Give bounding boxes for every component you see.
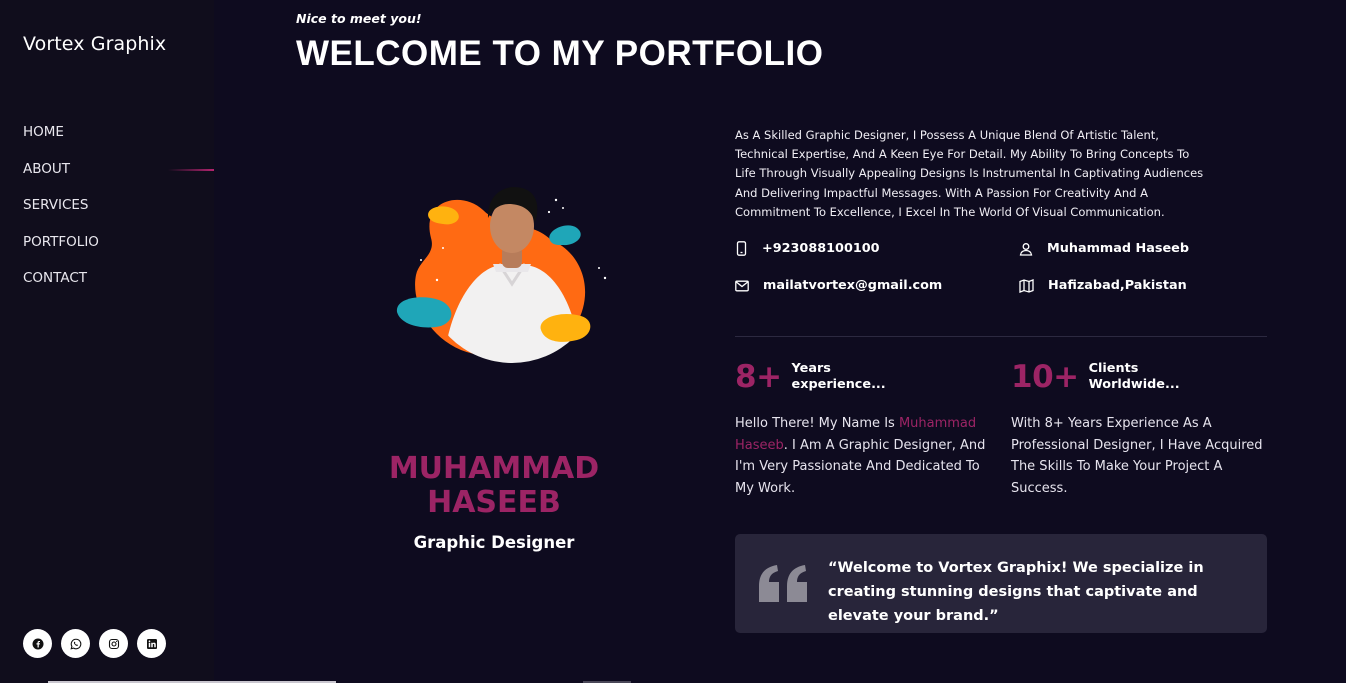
quote-text: “Welcome to Vortex Graphix! We specializ… — [828, 560, 1204, 624]
greeting-text: Nice to meet you! — [296, 11, 422, 26]
location-text: Hafizabad,Pakistan — [1048, 278, 1187, 293]
user-icon — [1019, 242, 1033, 256]
stat-clients-label: Clients Worldwide... — [1089, 361, 1180, 393]
nav-item-portfolio[interactable]: PORTFOLIO — [23, 234, 99, 271]
profile-role: Graphic Designer — [413, 533, 575, 552]
page-title: WELCOME TO MY PORTFOLIO — [296, 34, 824, 73]
profile-portrait-image — [396, 187, 607, 363]
instagram-icon — [108, 638, 119, 649]
quote-card: “Welcome to Vortex Graphix! We specializ… — [735, 534, 1267, 633]
stat-years: 8+ Years experience... — [735, 359, 886, 395]
stat-clients: 10+ Clients Worldwide... — [1011, 359, 1180, 395]
stat-years-number: 8+ — [735, 359, 782, 395]
nav-item-services[interactable]: SERVICES — [23, 197, 99, 234]
main-content: Nice to meet you! WELCOME TO MY PORTFOLI… — [214, 0, 1346, 683]
instagram-link[interactable] — [99, 629, 128, 658]
intro-paragraph: Hello There! My Name Is Muhammad Haseeb.… — [735, 413, 993, 499]
contact-name: Muhammad Haseeb — [1019, 241, 1189, 256]
map-icon — [1019, 278, 1034, 293]
phone-icon — [736, 241, 747, 256]
whatsapp-link[interactable] — [61, 629, 90, 658]
nav-item-about[interactable]: ABOUT — [23, 161, 99, 198]
quote-icon — [759, 565, 807, 602]
nav-item-home[interactable]: HOME — [23, 124, 99, 161]
profile-name: MUHAMMAD HASEEB — [388, 451, 600, 520]
linkedin-link[interactable] — [137, 629, 166, 658]
phone-number[interactable]: +923088100100 — [762, 241, 880, 256]
whatsapp-icon — [69, 638, 81, 650]
facebook-icon — [32, 638, 43, 649]
nav-item-contact[interactable]: CONTACT — [23, 270, 99, 307]
intro-before: Hello There! My Name Is — [735, 416, 899, 431]
nav-active-indicator — [168, 169, 214, 171]
email-address[interactable]: mailatvortex@gmail.com — [763, 278, 942, 293]
contact-email: mailatvortex@gmail.com — [735, 278, 942, 293]
owner-name: Muhammad Haseeb — [1047, 241, 1189, 256]
stat-clients-label-line1: Clients — [1088, 361, 1139, 376]
linkedin-icon — [146, 638, 157, 649]
facebook-link[interactable] — [23, 629, 52, 658]
stat-clients-number: 10+ — [1011, 359, 1079, 395]
mail-icon — [735, 280, 749, 291]
stat-years-label-line1: Years — [791, 361, 831, 376]
experience-paragraph: With 8+ Years Experience As A Profession… — [1011, 416, 1263, 496]
contact-location: Hafizabad,Pakistan — [1019, 278, 1187, 293]
stat-years-label: Years experience... — [792, 361, 886, 393]
brand-logo-text[interactable]: Vortex Graphix — [23, 33, 166, 55]
section-divider — [735, 336, 1267, 337]
stat-years-label-line2: experience... — [791, 377, 886, 392]
main-nav: HOME ABOUT SERVICES PORTFOLIO CONTACT — [23, 124, 99, 307]
sidebar: Vortex Graphix HOME ABOUT SERVICES PORTF… — [0, 0, 214, 683]
bio-text: As A Skilled Graphic Designer, I Possess… — [735, 128, 1204, 219]
social-links — [23, 629, 166, 658]
contact-phone: +923088100100 — [735, 241, 880, 256]
stat-clients-label-line2: Worldwide... — [1088, 377, 1180, 392]
